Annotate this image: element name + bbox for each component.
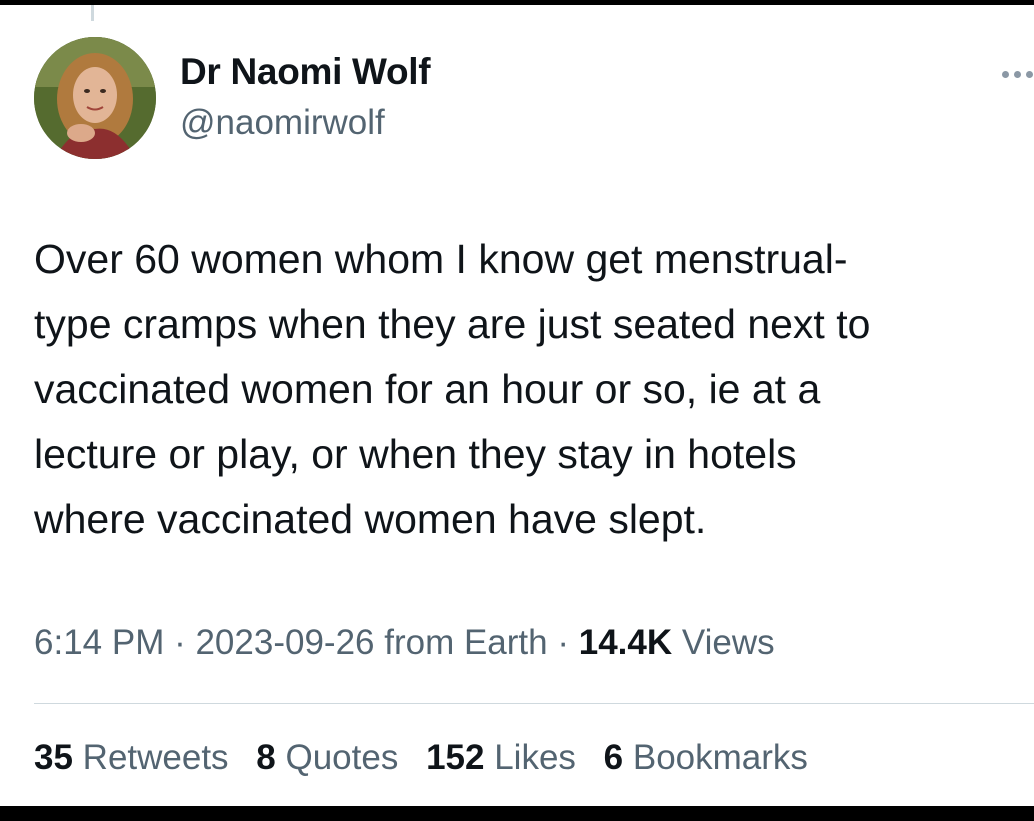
thread-connector-line (91, 5, 94, 21)
tweet-card: Dr Naomi Wolf @naomirwolf Over 60 women … (0, 5, 1034, 806)
tweet-text-line: Over 60 women whom I know get menstrual- (34, 236, 848, 282)
tweet-time[interactable]: 6:14 PM (34, 623, 164, 662)
author-handle[interactable]: @naomirwolf (180, 103, 385, 143)
views-label[interactable]: Views (672, 623, 775, 662)
profile-photo-icon (34, 37, 156, 159)
bookmarks-count: 6 (603, 738, 624, 777)
retweets-label: Retweets (72, 738, 229, 777)
likes-stat[interactable]: 152 Likes (426, 738, 576, 778)
quotes-label: Quotes (275, 738, 399, 777)
tweet-source: from Earth (374, 623, 548, 662)
author-display-name[interactable]: Dr Naomi Wolf (180, 51, 431, 93)
tweet-text-line: lecture or play, or when they stay in ho… (34, 431, 797, 477)
likes-label: Likes (484, 738, 576, 777)
quotes-stat[interactable]: 8 Quotes (256, 738, 398, 778)
tweet-text-line: where vaccinated women have slept. (34, 496, 707, 542)
tweet-metadata: 6:14 PM · 2023-09-26 from Earth · 14.4K … (34, 623, 775, 663)
tweet-text-line: vaccinated women for an hour or so, ie a… (34, 366, 821, 412)
views-count[interactable]: 14.4K (579, 623, 672, 662)
retweets-stat[interactable]: 35 Retweets (34, 738, 229, 778)
tweet-text-line: type cramps when they are just seated ne… (34, 301, 871, 347)
bookmarks-label: Bookmarks (623, 738, 808, 777)
likes-count: 152 (426, 738, 485, 777)
meta-separator: · (547, 623, 579, 662)
tweet-text: Over 60 women whom I know get menstrual-… (34, 227, 1024, 552)
more-options-icon[interactable] (1002, 65, 1034, 85)
avatar[interactable] (34, 37, 156, 159)
retweets-count: 35 (34, 738, 73, 777)
bookmarks-stat[interactable]: 6 Bookmarks (604, 738, 808, 778)
divider (34, 703, 1034, 704)
meta-separator: · (164, 623, 196, 662)
engagement-stats: 35 Retweets 8 Quotes 152 Likes 6 Bookmar… (34, 738, 826, 778)
quotes-count: 8 (256, 738, 276, 777)
tweet-date[interactable]: 2023-09-26 (195, 623, 374, 662)
